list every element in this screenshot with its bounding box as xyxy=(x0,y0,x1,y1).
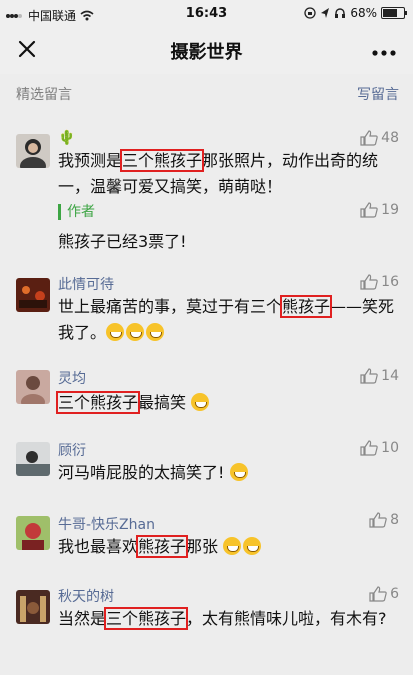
like-button[interactable]: 48 xyxy=(360,130,399,146)
comment-text: 三个熊孩子最搞笑 xyxy=(55,390,403,416)
comment-text: 当然是三个熊孩子，太有熊情味儿啦，有木有? xyxy=(58,606,403,632)
highlight-box: 熊孩子 xyxy=(136,535,189,558)
thumbs-up-icon xyxy=(360,130,378,146)
highlight-box: 三个熊孩子 xyxy=(55,391,141,414)
lock-rotation-icon xyxy=(304,7,316,19)
comment-text-part: 我预测是 xyxy=(58,151,123,170)
like-count: 8 xyxy=(390,512,399,528)
highlight-box: 三个熊孩子 xyxy=(120,149,205,172)
thumbs-up-icon xyxy=(369,512,387,528)
avatar[interactable] xyxy=(16,278,50,312)
laughing-emoji-icon xyxy=(229,463,248,481)
like-button[interactable]: 6 xyxy=(369,586,399,602)
grin-emoji-icon xyxy=(106,323,125,341)
battery-fill xyxy=(383,9,397,17)
avatar[interactable] xyxy=(16,590,50,624)
author-tag: 作者 xyxy=(58,204,95,220)
avatar[interactable] xyxy=(16,442,50,476)
comment-text-part: 河马啃屁股的太搞笑了! xyxy=(58,463,225,482)
thumbs-up-icon xyxy=(360,368,378,384)
highlight-box: 三个熊孩子 xyxy=(104,607,189,630)
commenter-name[interactable]: 顾衍 xyxy=(58,440,86,460)
grin-emoji-icon xyxy=(146,323,165,341)
page-title: 摄影世界 xyxy=(170,42,243,63)
like-button[interactable]: 8 xyxy=(369,512,399,528)
author-like-button[interactable]: 19 xyxy=(360,202,399,218)
write-comment-link[interactable]: 写留言 xyxy=(357,84,399,104)
comment-text: 我也最喜欢熊孩子那张 xyxy=(58,534,403,560)
battery-icon xyxy=(381,7,407,19)
status-right: 68% xyxy=(304,6,407,20)
thumbs-up-icon xyxy=(360,202,378,218)
more-icon[interactable] xyxy=(371,38,397,62)
like-count: 16 xyxy=(381,274,399,290)
like-count: 6 xyxy=(390,586,399,602)
comment-text: 世上最痛苦的事，莫过于有三个熊孩子——笑死我了。 xyxy=(58,294,403,346)
avatar[interactable] xyxy=(16,516,50,550)
like-count: 19 xyxy=(381,202,399,218)
commenter-name[interactable]: 此情可待 xyxy=(58,274,114,294)
comment-text-part: 世上最痛苦的事，莫过于有三个 xyxy=(58,297,283,316)
headphones-icon xyxy=(335,8,346,18)
like-count: 10 xyxy=(381,440,399,456)
commenter-name[interactable]: 牛哥-快乐Zhan xyxy=(58,514,155,534)
commenter-name[interactable]: 秋天的树 xyxy=(58,586,114,606)
nav-bar: 摄影世界 xyxy=(0,28,413,74)
grin-emoji-icon xyxy=(243,537,262,555)
thumbs-up-icon xyxy=(360,440,378,456)
comment-text: 河马啃屁股的太搞笑了! xyxy=(58,460,403,486)
like-count: 48 xyxy=(381,130,399,146)
comment-text-part: 最搞笑 xyxy=(138,393,187,412)
avatar[interactable] xyxy=(16,370,50,404)
like-button[interactable]: 14 xyxy=(360,368,399,384)
commenter-name[interactable]: 灵均 xyxy=(58,368,86,388)
like-count: 14 xyxy=(381,368,399,384)
comment-text: 我预测是三个熊孩子那张照片，动作出奇的统一，温馨可爱又搞笑，萌萌哒！ xyxy=(58,148,403,200)
grin-emoji-icon xyxy=(223,537,242,555)
comment-text-part: 那张 xyxy=(186,537,219,556)
commenter-name[interactable]: 🌵 xyxy=(58,130,75,146)
status-bar: 中国联通 16:43 68% xyxy=(0,0,413,28)
author-reply: 作者 熊孩子已经3票了! xyxy=(58,204,403,252)
location-icon xyxy=(321,8,330,18)
laughing-emoji-icon xyxy=(191,393,210,411)
highlight-box: 熊孩子 xyxy=(280,295,333,318)
thumbs-up-icon xyxy=(360,274,378,290)
author-reply-text: 熊孩子已经3票了! xyxy=(58,232,187,251)
like-button[interactable]: 10 xyxy=(360,440,399,456)
comment-text-part: 我也最喜欢 xyxy=(58,537,139,556)
comment-text-part: ，太有熊情味儿啦，有木有? xyxy=(186,609,387,628)
comment-text-part: 当然是 xyxy=(58,609,107,628)
comments-header: 精选留言 写留言 xyxy=(0,74,413,112)
avatar[interactable] xyxy=(16,134,50,168)
battery-percent: 68% xyxy=(350,6,377,20)
thumbs-up-icon xyxy=(369,586,387,602)
featured-comments-label: 精选留言 xyxy=(16,87,72,103)
like-button[interactable]: 16 xyxy=(360,274,399,290)
grin-emoji-icon xyxy=(126,323,145,341)
